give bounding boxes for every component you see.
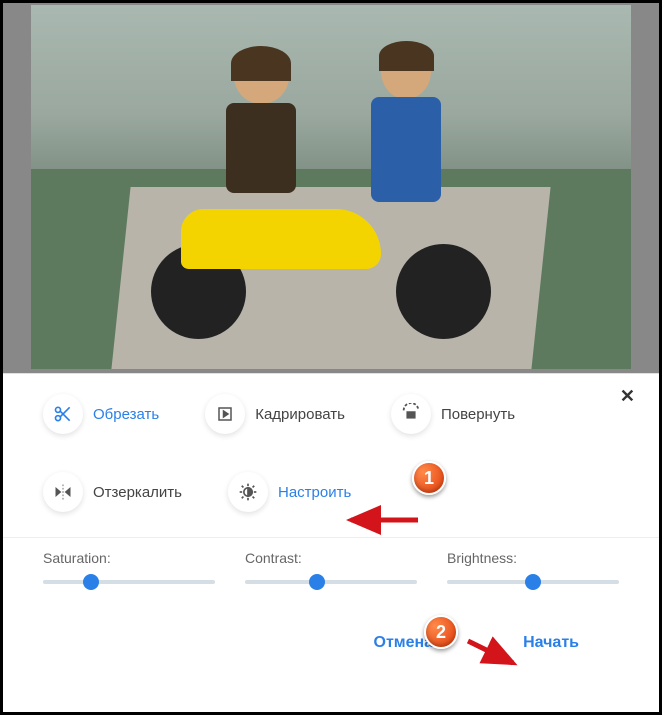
close-button[interactable]: ✕ [620,386,635,407]
contrast-label: Contrast: [245,550,417,566]
edit-panel: ✕ Обрезать Кадрировать Повернуть [3,373,659,682]
rotate-tool[interactable]: Повернуть [391,394,515,434]
start-button[interactable]: Начать [523,634,579,652]
scissors-icon [43,394,83,434]
tool-row-2: Отзеркалить Настроить [43,472,619,512]
brightness-slider[interactable]: Brightness: [447,550,619,592]
adjust-icon [228,472,268,512]
sliders-row: Saturation: Contrast: Brightness: [3,537,659,604]
adjust-label: Настроить [278,484,351,501]
saturation-slider[interactable]: Saturation: [43,550,215,592]
brightness-thumb[interactable] [525,574,541,590]
brightness-label: Brightness: [447,550,619,566]
trim-tool[interactable]: Обрезать [43,394,159,434]
video-preview [3,3,659,373]
saturation-label: Saturation: [43,550,215,566]
tool-row-1: Обрезать Кадрировать Повернуть [43,394,619,434]
mirror-tool[interactable]: Отзеркалить [43,472,182,512]
crop-icon [205,394,245,434]
action-row: Отмена Начать [3,604,659,682]
rotate-label: Повернуть [441,406,515,423]
video-frame [31,5,631,369]
contrast-thumb[interactable] [309,574,325,590]
crop-label: Кадрировать [255,406,345,423]
mirror-label: Отзеркалить [93,484,182,501]
saturation-thumb[interactable] [83,574,99,590]
trim-label: Обрезать [93,406,159,423]
adjust-tool[interactable]: Настроить [228,472,351,512]
crop-tool[interactable]: Кадрировать [205,394,345,434]
rotate-icon [391,394,431,434]
cancel-button[interactable]: Отмена [374,634,434,652]
contrast-slider[interactable]: Contrast: [245,550,417,592]
mirror-icon [43,472,83,512]
